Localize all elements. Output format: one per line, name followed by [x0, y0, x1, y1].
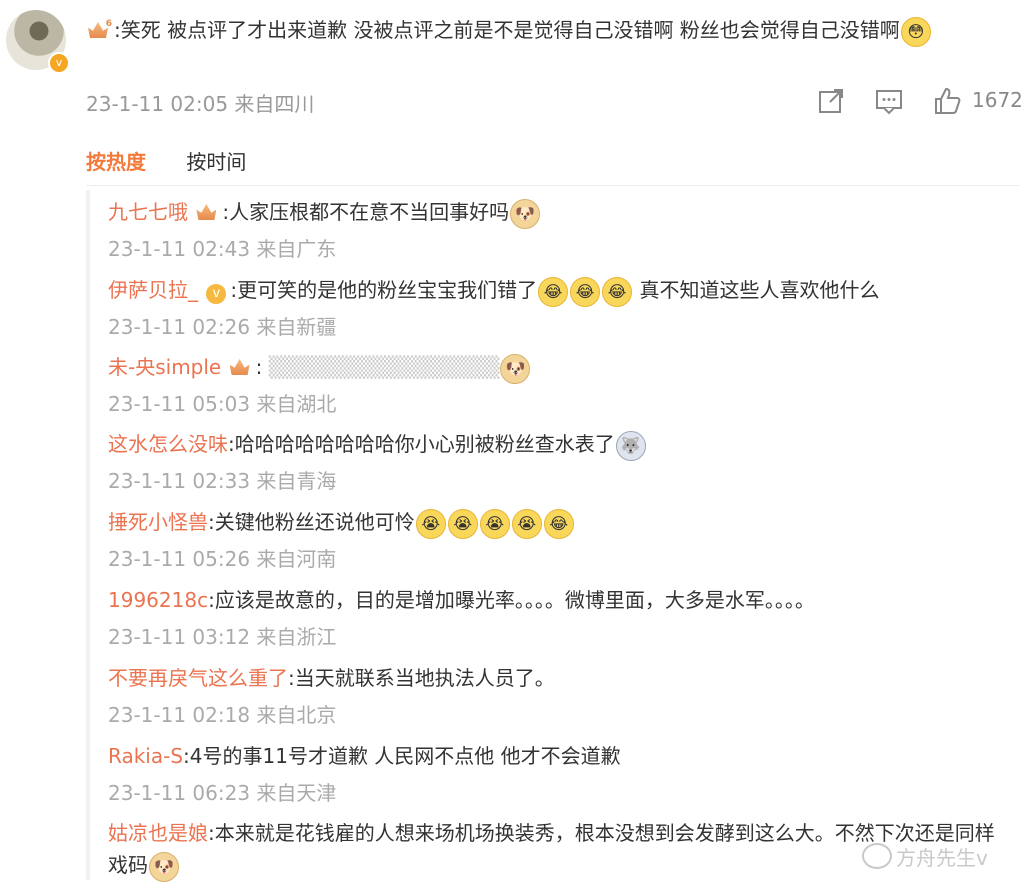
- reply-username[interactable]: 九七七哦: [108, 200, 188, 224]
- reply-time: 23-1-11 06:23 来自天津: [108, 781, 337, 805]
- crown-badge-icon: [86, 6, 112, 42]
- tab-sort-by-hot[interactable]: 按热度: [86, 146, 146, 175]
- reply-text: :: [255, 355, 269, 379]
- like-count: 1672: [972, 88, 1023, 112]
- emoji-icon: 😂: [543, 509, 574, 539]
- reply-username[interactable]: 未-央simple: [108, 355, 221, 379]
- reply-item: 捶死小怪兽:关键他粉丝还说他可怜 😭 😭 😭 😭 😂 23-1-11 05:26 来自河南: [108, 506, 1008, 574]
- watermark: 方舟先生v: [862, 842, 988, 871]
- comment-date: 23-1-11 02:05 来自四川: [86, 92, 315, 116]
- emoji-icon: 😂: [538, 277, 569, 307]
- divider: [86, 185, 1020, 186]
- comment-icon[interactable]: [874, 86, 904, 116]
- reply-username[interactable]: 伊萨贝拉_: [108, 278, 198, 302]
- emoji-icon: 😭: [479, 509, 510, 539]
- reply-username[interactable]: 姑凉也是娘: [108, 821, 208, 845]
- reply-username[interactable]: 这水怎么没味: [108, 432, 228, 456]
- tab-sort-by-time[interactable]: 按时间: [186, 146, 246, 175]
- weibo-logo-icon: [862, 843, 892, 869]
- reply-time: 23-1-11 02:18 来自北京: [108, 703, 337, 727]
- emoji-icon: 😭: [415, 509, 446, 539]
- reply-username[interactable]: 1996218c: [108, 588, 208, 612]
- reply-text: :更可笑的是他的粉丝宝宝我们错了: [230, 278, 538, 302]
- crown-badge-icon: [194, 202, 218, 222]
- verified-badge-icon: v: [206, 284, 227, 304]
- emoji-icon: 😂: [602, 277, 633, 307]
- reply-text: :哈哈哈哈哈哈哈哈你小心别被粉丝查水表了: [228, 432, 615, 456]
- emoji-icon: 🐶: [149, 852, 179, 882]
- reply-list: 九七七哦 :人家压根都不在意不当回事好吗 🐶 23-1-11 02:43 来自广东…: [86, 190, 1024, 882]
- crown-badge-icon: [228, 357, 252, 377]
- reply-time: 23-1-11 02:43 来自广东: [108, 237, 337, 261]
- reply-time: 23-1-11 02:33 来自青海: [108, 469, 337, 493]
- reply-username[interactable]: 捶死小怪兽: [108, 510, 208, 534]
- emoji-icon: 😂: [570, 277, 601, 307]
- like-icon[interactable]: [932, 86, 962, 116]
- redacted-text: ▒▒▒▒▒▒▒▒▒▒▒▒▒▒▒: [268, 355, 500, 379]
- reply-text: :关键他粉丝还说他可怜: [208, 510, 415, 534]
- share-icon[interactable]: [816, 86, 846, 116]
- reply-text-continued: 真不知道这些人喜欢他什么: [633, 278, 880, 302]
- emoji-icon: 😭: [447, 509, 478, 539]
- reply-text: :4号的事11号才道歉 人民网不点他 他才不会道歉: [183, 744, 621, 768]
- reply-text: :应该是故意的，目的是增加曝光率。。。。微博里面，大多是水军。。。。: [208, 588, 815, 612]
- reply-item: 这水怎么没味:哈哈哈哈哈哈哈哈你小心别被粉丝查水表了 🐺 23-1-11 02:3…: [108, 428, 1008, 496]
- main-comment: :笑死 被点评了才出来道歉 没被点评之前是不是觉得自己没错啊 粉丝也会觉得自己没…: [86, 6, 1016, 48]
- reply-time: 23-1-11 03:12 来自浙江: [108, 625, 337, 649]
- emoji-icon: 😭: [511, 509, 542, 539]
- reply-time: 23-1-11 05:03 来自湖北: [108, 392, 337, 416]
- reply-text: :当天就联系当地执法人员了。: [288, 666, 555, 690]
- emoji-icon: 🐶: [500, 354, 531, 384]
- emoji-icon: 🐶: [510, 199, 541, 229]
- comment-meta: 23-1-11 02:05 来自四川 1672: [86, 86, 1023, 116]
- reply-item: 不要再戾气这么重了:当天就联系当地执法人员了。 23-1-11 02:18 来自…: [108, 662, 1008, 730]
- reply-time: 23-1-11 02:26 来自新疆: [108, 315, 337, 339]
- emoji-icon: 😳: [900, 17, 931, 47]
- reply-time: 23-1-11 05:26 来自河南: [108, 547, 337, 571]
- reply-item: Rakia-S:4号的事11号才道歉 人民网不点他 他才不会道歉 23-1-11…: [108, 740, 1008, 808]
- verified-badge-icon: v: [48, 52, 70, 74]
- watermark-text: 方舟先生v: [896, 846, 988, 870]
- reply-username[interactable]: Rakia-S: [108, 744, 183, 768]
- reply-item: 九七七哦 :人家压根都不在意不当回事好吗 🐶 23-1-11 02:43 来自广东: [108, 196, 1008, 264]
- reply-text: :人家压根都不在意不当回事好吗: [222, 200, 510, 224]
- main-comment-text: :笑死 被点评了才出来道歉 没被点评之前是不是觉得自己没错啊 粉丝也会觉得自己没…: [114, 18, 900, 42]
- sort-tabs: 按热度 按时间: [86, 146, 280, 175]
- emoji-icon: 🐺: [615, 431, 646, 461]
- reply-item: 未-央simple : ▒▒▒▒▒▒▒▒▒▒▒▒▒▒▒ 🐶 23-1-11 05:…: [108, 351, 1008, 419]
- reply-item: 伊萨贝拉_ v:更可笑的是他的粉丝宝宝我们错了 😂 😂 😂 真不知道这些人喜欢他什么 …: [108, 274, 1008, 342]
- reply-username[interactable]: 不要再戾气这么重了: [108, 666, 288, 690]
- reply-item: 1996218c:应该是故意的，目的是增加曝光率。。。。微博里面，大多是水军。。…: [108, 584, 1008, 652]
